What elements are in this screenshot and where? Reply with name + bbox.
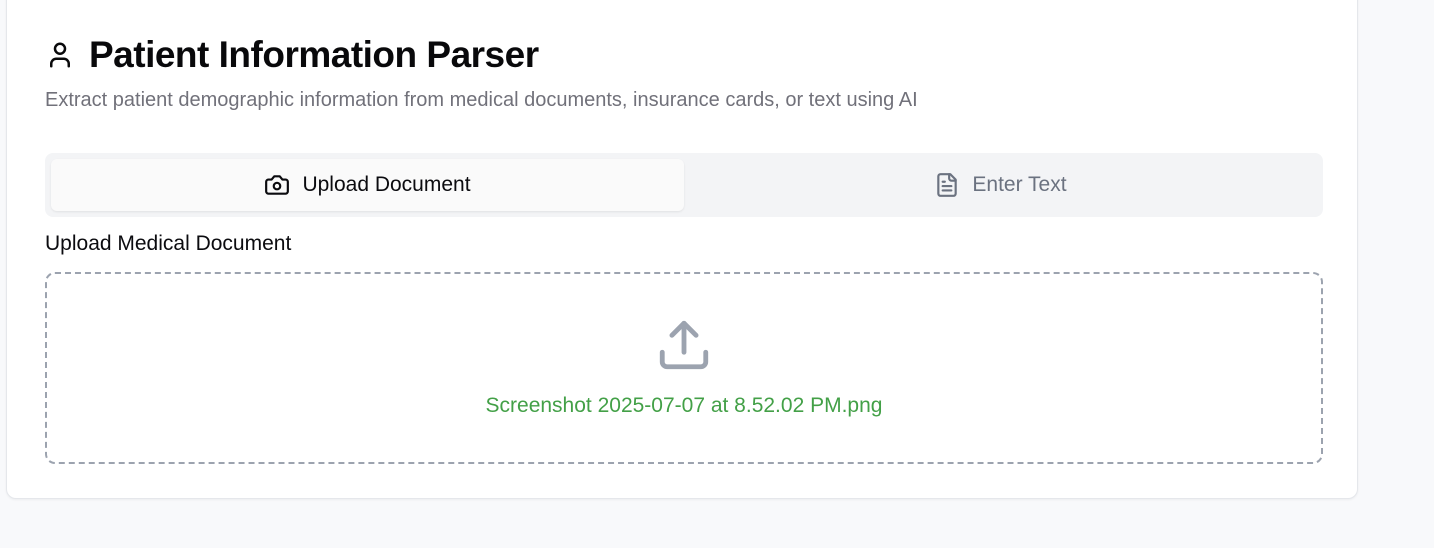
page-title: Patient Information Parser	[89, 34, 539, 75]
upload-dropzone[interactable]: Screenshot 2025-07-07 at 8.52.02 PM.png	[45, 272, 1323, 464]
user-icon	[45, 40, 75, 70]
tab-list: Upload Document Enter Text	[45, 153, 1323, 217]
camera-icon	[264, 172, 290, 198]
header: Patient Information Parser	[45, 33, 539, 77]
parser-card: Patient Information Parser Extract patie…	[6, 0, 1358, 499]
upload-label: Upload Medical Document	[45, 232, 292, 255]
tab-enter-text-label: Enter Text	[972, 173, 1067, 196]
file-text-icon	[934, 172, 960, 198]
tab-enter-text[interactable]: Enter Text	[684, 159, 1317, 211]
upload-icon	[655, 316, 713, 374]
page-subtitle: Extract patient demographic information …	[45, 89, 918, 111]
tab-upload-document-label: Upload Document	[302, 173, 471, 196]
tab-upload-document[interactable]: Upload Document	[51, 159, 684, 211]
selected-filename: Screenshot 2025-07-07 at 8.52.02 PM.png	[485, 394, 883, 417]
